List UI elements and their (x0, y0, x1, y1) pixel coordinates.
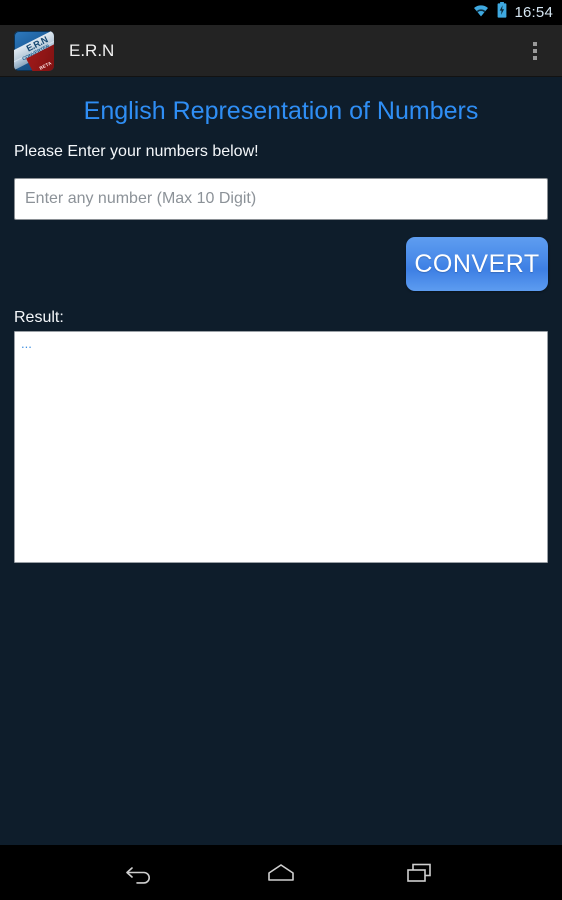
status-bar-clock: 16:54 (514, 3, 553, 21)
back-arrow-icon[interactable] (114, 852, 170, 894)
wifi-icon (472, 3, 490, 22)
battery-charging-icon (497, 2, 507, 23)
app-logo-icon: E.R.N CONVERTER BETA (14, 30, 54, 71)
page-title: English Representation of Numbers (83, 97, 479, 125)
status-bar-icons: 16:54 (472, 2, 553, 23)
android-device-screen: 16:54 E.R.N CONVERTER BETA E.R.N English… (0, 0, 562, 900)
overflow-dot (533, 48, 537, 53)
app-title: E.R.N (69, 40, 115, 60)
recent-apps-icon[interactable] (392, 852, 448, 894)
action-bar: E.R.N CONVERTER BETA E.R.N (0, 25, 562, 77)
overflow-menu-icon[interactable] (520, 29, 550, 73)
result-output-box[interactable]: ... (14, 331, 548, 563)
result-label: Result: (14, 309, 64, 326)
number-input[interactable] (14, 178, 548, 220)
system-navigation-bar (0, 845, 562, 900)
status-bar: 16:54 (0, 0, 562, 25)
overflow-dot (533, 41, 537, 46)
instruction-label: Please Enter your numbers below! (14, 143, 259, 160)
convert-button[interactable]: CONVERT (406, 237, 548, 291)
overflow-dot (533, 55, 537, 60)
main-content: English Representation of Numbers Please… (0, 77, 562, 845)
home-icon[interactable] (253, 852, 309, 894)
